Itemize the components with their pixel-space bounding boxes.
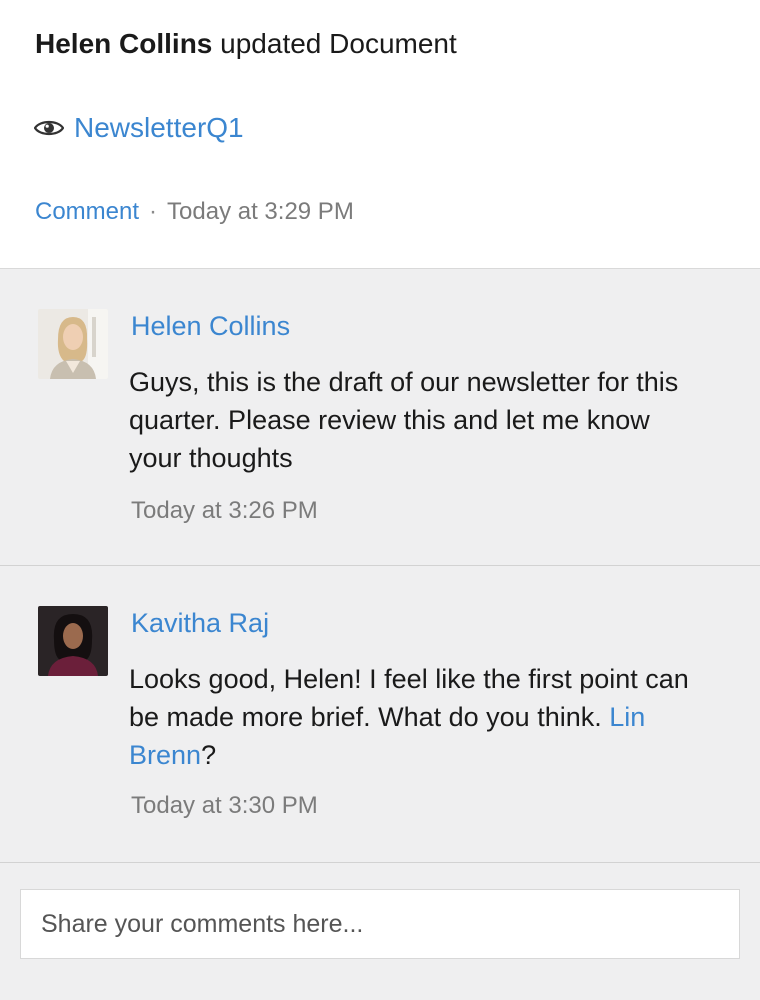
activity-header: Helen Collins updated Document Newslette… — [0, 0, 760, 269]
comment-text-before: Looks good, Helen! I feel like the first… — [129, 664, 689, 732]
activity-meta: Comment · Today at 3:29 PM — [35, 198, 354, 226]
avatar[interactable] — [38, 309, 108, 379]
activity-timestamp: Today at 3:29 PM — [167, 198, 354, 225]
meta-separator: · — [149, 198, 158, 225]
document-link[interactable]: NewsletterQ1 — [74, 112, 244, 144]
comment-text: Looks good, Helen! I feel like the first… — [129, 660, 709, 774]
comment-item: Kavitha Raj Looks good, Helen! I feel li… — [0, 566, 760, 863]
eye-icon — [33, 118, 65, 138]
activity-action: updated Document — [220, 28, 457, 59]
activity-actor[interactable]: Helen Collins — [35, 28, 212, 59]
comment-composer — [0, 863, 760, 1000]
comment-time: Today at 3:26 PM — [131, 497, 318, 524]
comment-text-after: ? — [201, 740, 217, 770]
comment-author[interactable]: Helen Collins — [131, 311, 290, 342]
document-link-row[interactable]: NewsletterQ1 — [33, 112, 244, 144]
activity-summary: Helen Collins updated Document — [35, 28, 457, 60]
comment-link[interactable]: Comment — [35, 198, 139, 226]
comment-author[interactable]: Kavitha Raj — [131, 608, 269, 639]
avatar[interactable] — [38, 606, 108, 676]
comment-input[interactable] — [20, 889, 740, 959]
comment-item: Helen Collins Guys, this is the draft of… — [0, 269, 760, 566]
comment-time: Today at 3:30 PM — [131, 792, 318, 819]
comment-text: Guys, this is the draft of our newslette… — [129, 367, 679, 473]
